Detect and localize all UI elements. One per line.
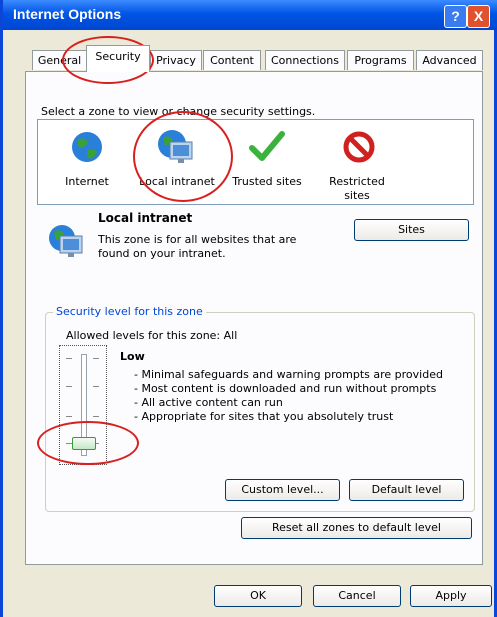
checkmark-icon — [249, 131, 285, 161]
tab-content[interactable]: Content — [203, 50, 261, 70]
tab-advanced[interactable]: Advanced — [416, 50, 483, 70]
tab-connections[interactable]: Connections — [265, 50, 345, 70]
globe-icon — [72, 132, 102, 162]
selected-zone-description: This zone is for all websites that are f… — [98, 233, 297, 260]
zone-list: Internet Local intranet Trusted sites Re… — [37, 119, 474, 205]
security-level-legend: Security level for this zone — [53, 305, 206, 318]
annotation-circle-local-intranet — [133, 111, 233, 202]
reset-all-zones-button[interactable]: Reset all zones to default level — [241, 517, 472, 539]
zone-trusted-sites[interactable]: Trusted sites — [222, 120, 312, 206]
default-level-button[interactable]: Default level — [349, 479, 464, 501]
zone-restricted-sites-label: Restricted sites — [329, 175, 385, 202]
security-level-name: Low — [120, 350, 145, 363]
window-title: Internet Options — [13, 6, 122, 22]
cancel-button[interactable]: Cancel — [313, 585, 401, 607]
level-bullet-1: - Minimal safeguards and warning prompts… — [134, 368, 443, 381]
local-intranet-large-icon — [49, 225, 83, 257]
zone-internet[interactable]: Internet — [42, 120, 132, 206]
help-button[interactable]: ? — [444, 5, 467, 28]
allowed-levels-text: Allowed levels for this zone: All — [66, 329, 238, 342]
internet-options-dialog: Internet Options ? X General Security Pr… — [0, 0, 497, 617]
zone-restricted-sites[interactable]: Restricted sites — [312, 120, 402, 206]
tab-security[interactable]: Security — [86, 45, 150, 72]
level-bullet-3: - All active content can run — [134, 396, 283, 409]
close-button[interactable]: X — [467, 5, 490, 28]
selected-zone-title: Local intranet — [98, 211, 193, 225]
ok-button[interactable]: OK — [214, 585, 302, 607]
zone-internet-label: Internet — [65, 175, 109, 188]
level-bullet-2: - Most content is downloaded and run wit… — [134, 382, 437, 395]
prohibited-icon — [343, 131, 375, 163]
zone-trusted-sites-label: Trusted sites — [232, 175, 302, 188]
apply-button[interactable]: Apply — [410, 585, 492, 607]
tab-privacy[interactable]: Privacy — [150, 50, 202, 70]
title-bar[interactable]: Internet Options ? X — [3, 0, 497, 30]
sites-button[interactable]: Sites — [354, 219, 469, 241]
level-bullet-4: - Appropriate for sites that you absolut… — [134, 410, 394, 423]
tab-programs[interactable]: Programs — [347, 50, 414, 70]
custom-level-button[interactable]: Custom level... — [225, 479, 340, 501]
annotation-circle-slider — [37, 421, 139, 465]
